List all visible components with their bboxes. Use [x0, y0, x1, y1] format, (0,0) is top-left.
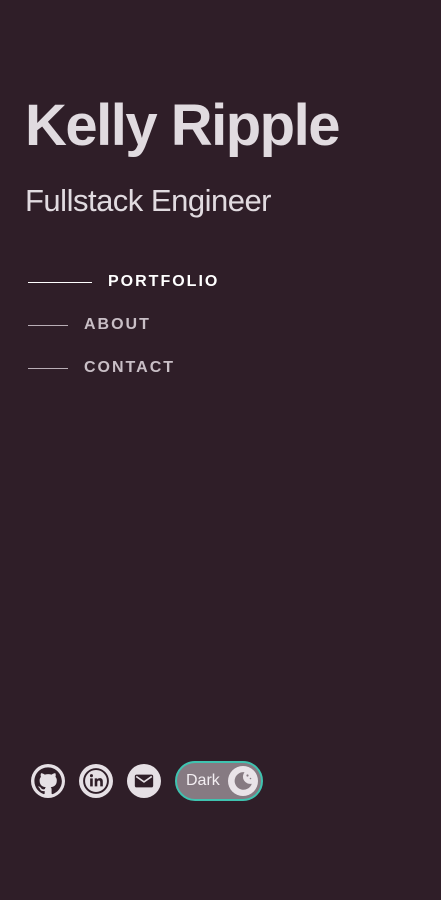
theme-toggle[interactable]: Dark: [175, 761, 263, 801]
linkedin-link[interactable]: [79, 764, 113, 798]
nav-item-label: PORTFOLIO: [108, 273, 220, 290]
page: Kelly Ripple Fullstack Engineer PORTFOLI…: [0, 0, 441, 900]
main-nav: PORTFOLIO ABOUT CONTACT: [28, 270, 219, 399]
nav-indicator-line: [28, 324, 68, 326]
nav-indicator-line: [28, 367, 68, 369]
nav-item-portfolio[interactable]: PORTFOLIO: [28, 270, 219, 294]
moon-icon: [234, 772, 252, 790]
page-title: Kelly Ripple: [25, 93, 340, 158]
nav-item-contact[interactable]: CONTACT: [28, 356, 219, 380]
nav-indicator-line: [28, 281, 92, 283]
theme-toggle-knob: [228, 766, 258, 796]
job-title: Fullstack Engineer: [25, 183, 272, 218]
mail-icon: [134, 774, 154, 788]
email-link[interactable]: [127, 764, 161, 798]
linkedin-icon: [83, 768, 109, 794]
nav-item-about[interactable]: ABOUT: [28, 313, 219, 337]
nav-item-label: ABOUT: [84, 316, 151, 333]
theme-toggle-label: Dark: [186, 772, 220, 789]
github-icon: [34, 767, 62, 795]
github-link[interactable]: [31, 764, 65, 798]
social-links: Dark: [31, 761, 263, 801]
nav-item-label: CONTACT: [84, 359, 176, 376]
